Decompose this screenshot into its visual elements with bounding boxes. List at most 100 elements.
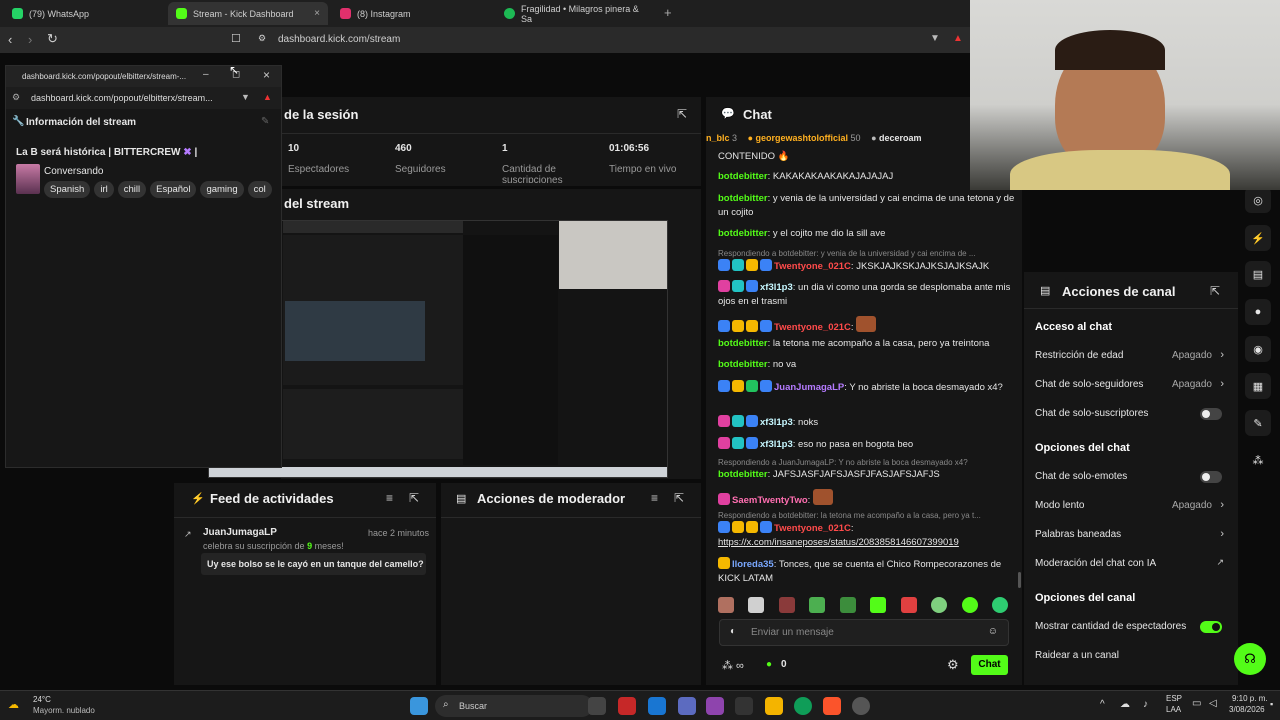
ai-moderation-row[interactable]: Moderación del chat con IA ↗ bbox=[1024, 555, 1238, 573]
app-icon[interactable] bbox=[618, 697, 636, 715]
brave-rewards-icon[interactable]: ▲ bbox=[953, 33, 963, 44]
chat-scrollbar[interactable] bbox=[1018, 572, 1021, 588]
chat-message: Twentyone_021C: https://x.com/insaneposes… bbox=[718, 521, 959, 548]
chat-bubble-icon[interactable]: ● bbox=[1245, 299, 1271, 325]
age-restriction-row[interactable]: Restricción de edad Apagado › bbox=[1024, 347, 1238, 365]
filter-icon[interactable]: ≡ bbox=[386, 491, 393, 505]
tab-kick-dashboard[interactable]: Stream - Kick Dashboard × bbox=[168, 2, 328, 25]
emote-button[interactable] bbox=[778, 597, 795, 613]
network-icon[interactable]: ▭ bbox=[1192, 698, 1201, 709]
taskbar-search[interactable]: ⌕ Buscar bbox=[435, 695, 593, 717]
emote-button[interactable] bbox=[809, 597, 826, 613]
activity-feed-panel: ⚡ Feed de actividades ≡ ⇱ ↗ JuanJumagaLP… bbox=[174, 483, 436, 685]
keyboard-layout[interactable]: LAA bbox=[1166, 705, 1181, 714]
emote-button[interactable] bbox=[991, 597, 1008, 613]
copilot-icon[interactable] bbox=[706, 697, 724, 715]
minimize-icon[interactable]: – bbox=[203, 69, 209, 80]
clipboard-icon[interactable]: ▤ bbox=[1245, 261, 1271, 287]
followers-only-row[interactable]: Chat de solo-seguidores Apagado › bbox=[1024, 376, 1238, 394]
popout-icon[interactable]: ⇱ bbox=[674, 491, 684, 505]
popout-icon[interactable]: ⇱ bbox=[1210, 284, 1220, 298]
emote-button[interactable] bbox=[931, 597, 948, 613]
brave-shield-icon[interactable]: ▼ bbox=[930, 33, 940, 44]
category-thumbnail[interactable] bbox=[16, 164, 40, 194]
brave-shield-icon[interactable]: ▼ bbox=[241, 92, 250, 102]
volume-icon[interactable]: ◁ bbox=[1209, 698, 1217, 709]
banned-words-row[interactable]: Palabras baneadas › bbox=[1024, 526, 1238, 544]
chevron-up-icon[interactable]: ^ bbox=[1100, 699, 1105, 710]
channel-points-icon[interactable]: ⁂ ∞ bbox=[722, 659, 744, 672]
subscribers-only-toggle[interactable] bbox=[1200, 408, 1222, 420]
popout-icon[interactable]: ⇱ bbox=[677, 107, 687, 121]
app-icon[interactable] bbox=[678, 697, 696, 715]
emote-button[interactable] bbox=[870, 597, 887, 613]
tag[interactable]: Español bbox=[150, 181, 197, 198]
new-tab-button[interactable]: + bbox=[664, 5, 672, 20]
notification-icon[interactable]: ▪ bbox=[1270, 699, 1273, 709]
store-icon[interactable] bbox=[648, 697, 666, 715]
chat-settings-icon[interactable]: ⚙ bbox=[947, 657, 959, 673]
obs-icon[interactable] bbox=[852, 697, 870, 715]
tag[interactable]: chill bbox=[117, 181, 147, 198]
tray-icon[interactable]: ☁ bbox=[1120, 699, 1130, 710]
target-icon[interactable]: ◎ bbox=[1245, 187, 1271, 213]
chat-message: Twentyone_021C: JKSKJAJKSKJAJKSJAJKSAJK bbox=[718, 259, 1018, 274]
tab-instagram[interactable]: (8) Instagram bbox=[332, 2, 496, 25]
edit-icon[interactable]: ✎ bbox=[261, 116, 269, 127]
wrench-icon[interactable]: ✎ bbox=[1245, 410, 1271, 436]
filter-icon[interactable]: ≡ bbox=[651, 491, 658, 505]
chat-link[interactable]: https://x.com/insaneposes/status/2083858… bbox=[718, 537, 959, 548]
spotify-icon bbox=[504, 8, 515, 19]
forward-icon[interactable]: › bbox=[28, 32, 32, 47]
chat-message: botdebitter: y venia de la universidad y… bbox=[718, 193, 1015, 218]
show-viewers-toggle[interactable] bbox=[1200, 621, 1222, 633]
popout-icon[interactable]: ⇱ bbox=[409, 491, 419, 505]
slow-mode-row[interactable]: Modo lento Apagado › bbox=[1024, 497, 1238, 515]
emote-button[interactable] bbox=[748, 597, 765, 613]
tab-spotify[interactable]: Fragilidad • Milagros pinera & Sa bbox=[496, 2, 656, 25]
activity-user[interactable]: JuanJumagaLP bbox=[203, 527, 277, 538]
chat-input[interactable]: ◐ Enviar un mensaje ☺ bbox=[719, 619, 1009, 646]
brave-icon[interactable] bbox=[823, 697, 841, 715]
nodes-icon[interactable]: ⁂ bbox=[1245, 447, 1271, 473]
tag[interactable]: gaming bbox=[200, 181, 244, 198]
panel-title: del stream bbox=[284, 196, 350, 211]
support-chat-button[interactable]: ☊ bbox=[1234, 643, 1266, 675]
tag[interactable]: col bbox=[247, 181, 272, 198]
tab-whatsapp[interactable]: (79) WhatsApp bbox=[4, 2, 168, 25]
emoji-icon[interactable]: ☺ bbox=[988, 626, 998, 637]
start-button[interactable] bbox=[410, 697, 428, 715]
emote-only-toggle[interactable] bbox=[1200, 471, 1222, 483]
layout-icon[interactable]: ▦ bbox=[1245, 373, 1271, 399]
tag[interactable]: Spanish bbox=[44, 181, 91, 198]
bookmark-icon[interactable]: ☐ bbox=[231, 32, 241, 45]
site-info-icon[interactable]: ⚙ bbox=[12, 92, 20, 103]
task-view-icon[interactable] bbox=[588, 697, 606, 715]
emote-button[interactable] bbox=[839, 597, 856, 613]
send-chat-button[interactable]: Chat bbox=[971, 655, 1008, 675]
category-name[interactable]: Conversando bbox=[44, 166, 103, 177]
url-field[interactable]: dashboard.kick.com/stream bbox=[278, 34, 400, 45]
language-code[interactable]: ESP bbox=[1166, 694, 1182, 703]
emote-button[interactable] bbox=[900, 597, 917, 613]
emote-button[interactable] bbox=[961, 597, 978, 613]
clock-date[interactable]: 3/08/2026 bbox=[1229, 705, 1265, 714]
broadcast-icon[interactable]: ◉ bbox=[1245, 336, 1271, 362]
brave-rewards-icon[interactable]: ▲ bbox=[263, 92, 272, 102]
tag[interactable]: irl bbox=[94, 181, 114, 198]
close-window-icon[interactable]: × bbox=[263, 68, 270, 82]
close-tab-icon[interactable]: × bbox=[314, 8, 320, 19]
reload-icon[interactable]: ↻ bbox=[47, 31, 58, 47]
file-explorer-icon[interactable] bbox=[765, 697, 783, 715]
terminal-icon[interactable] bbox=[735, 697, 753, 715]
back-icon[interactable]: ‹ bbox=[8, 32, 12, 47]
site-info-icon[interactable]: ⚙ bbox=[258, 33, 266, 44]
mic-icon[interactable]: ♪ bbox=[1143, 699, 1148, 710]
lightning-icon[interactable]: ⚡ bbox=[1245, 225, 1271, 251]
panel-title: Acciones de moderador bbox=[477, 491, 626, 506]
section-channel-options: Opciones del canal bbox=[1035, 592, 1136, 604]
raid-channel-row[interactable]: Raidear a un canal bbox=[1024, 647, 1238, 665]
edge-icon[interactable] bbox=[794, 697, 812, 715]
emote-button[interactable] bbox=[718, 597, 734, 613]
clock-time[interactable]: 9:10 p. m. bbox=[1232, 694, 1268, 703]
